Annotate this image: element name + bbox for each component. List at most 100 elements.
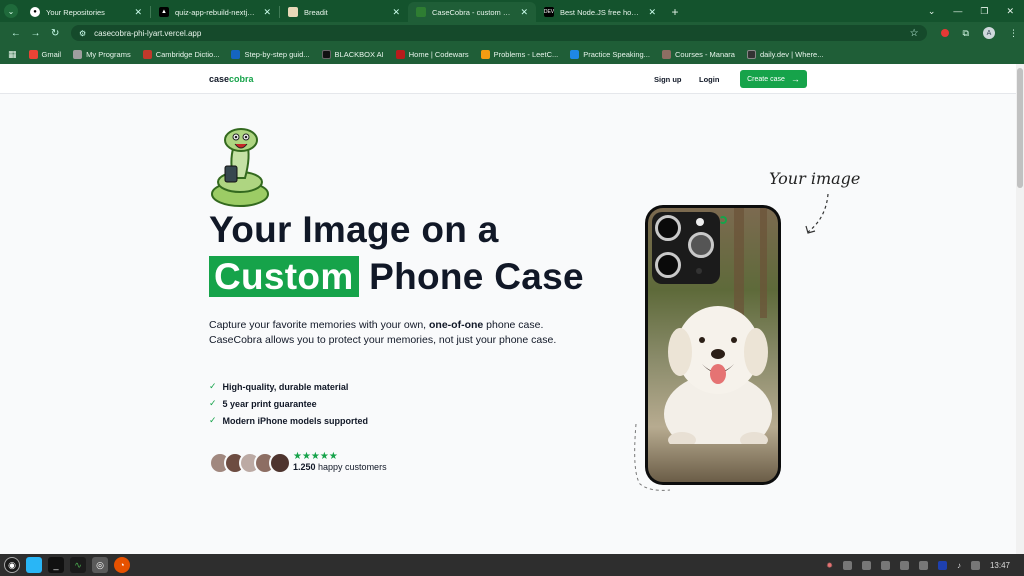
bookmark-blackbox[interactable]: BLACKBOX AI [321,49,384,59]
daily-dev-icon [746,49,756,59]
hero-line2: Phone Case [369,256,584,297]
bookmark-gmail[interactable]: Gmail [28,49,62,59]
bookmark-star-icon[interactable]: ☆ [910,28,919,39]
minimize-button[interactable]: — [953,6,962,17]
system-monitor-icon[interactable]: ∿ [70,557,86,573]
tray-icon[interactable] [899,560,909,570]
check-icon: ✓ [209,381,217,391]
logo-prefix: case [209,74,230,84]
tab-casecobra[interactable]: CaseCobra - custom high-q ✕ [408,2,536,22]
tray-icon[interactable] [861,560,871,570]
address-bar[interactable]: ⚙ casecobra-phi-lyart.vercel.app ☆ [70,25,927,41]
bookmark-practice-speaking[interactable]: Practice Speaking... [570,49,650,59]
camera-lens [688,232,714,258]
casecobra-icon [416,7,426,17]
bookmark-label: My Programs [86,49,131,59]
create-case-label: Create case [747,75,785,83]
bookmarks-bar: ▦ Gmail My Programs Cambridge Dictio... … [0,44,1024,64]
breadit-icon [288,7,298,17]
site-info-icon[interactable]: ⚙ [79,29,86,38]
tray-icon[interactable] [842,560,852,570]
apps-grid-icon[interactable]: ▦ [8,49,17,60]
keyboard-flag-icon[interactable] [937,560,947,570]
chrome-icon[interactable]: ◎ [92,557,108,573]
files-icon[interactable] [26,557,42,573]
recording-icon[interactable] [940,29,949,37]
start-menu-icon[interactable]: ◉ [4,557,20,573]
os-taskbar: ◉ _ ∿ ◎ ◔ ✹ ♪ 13:47 [0,554,1024,576]
tab-breadit[interactable]: Breadit ✕ [280,2,408,22]
profile-avatar[interactable]: A [982,27,995,39]
manara-icon [661,49,671,59]
shield-icon[interactable] [880,560,890,570]
chevron-down-icon: ⌄ [4,4,18,18]
login-link[interactable]: Login [699,75,719,84]
gmail-icon [28,49,38,59]
dashed-arrow-icon [805,193,829,234]
tab-title: Your Repositories [46,7,105,17]
bookmark-label: Gmail [41,49,62,59]
page-scrollbar[interactable] [1016,64,1024,554]
bookmark-step-by-step[interactable]: Step-by-step guid... [231,49,310,59]
new-tab-button[interactable]: + [664,5,686,19]
bookmark-cambridge[interactable]: Cambridge Dictio... [142,49,220,59]
tab-search-button[interactable]: ⌄ [0,0,22,22]
site-logo[interactable]: casecobra [209,74,254,84]
bug-icon[interactable]: ✹ [826,561,833,570]
clock-text[interactable]: 13:47 [990,561,1010,570]
desc-bold: one-of-one [429,319,484,331]
close-icon[interactable]: ✕ [520,7,528,18]
minimize-icon[interactable]: ⌄ [928,6,936,17]
desc-text-1: Capture your favorite memories with your… [209,319,430,331]
customer-avatars [209,452,291,474]
reload-button[interactable]: ↻ [45,28,65,39]
bookmark-label: Cambridge Dictio... [155,49,220,59]
bookmark-leetcode[interactable]: Problems - LeetC... [480,49,559,59]
hero-description: Capture your favorite memories with your… [209,318,559,348]
camera-module [652,212,720,284]
system-tray: ✹ ♪ 13:47 [826,560,1020,570]
bookmark-daily-dev[interactable]: daily.dev | Where... [746,49,824,59]
window-controls: ⌄ — ❐ ✕ [928,6,1024,17]
close-icon[interactable]: ✕ [392,7,400,18]
customer-count: 1.250 happy customers [293,462,387,472]
tab-title: quiz-app-rebuild-nextjs - Ov [175,7,257,17]
bookmark-label: daily.dev | Where... [759,49,824,59]
url-text: casecobra-phi-lyart.vercel.app [94,28,202,38]
loading-indicator-icon [719,216,727,224]
close-icon[interactable]: ✕ [134,7,142,18]
check-icon: ✓ [209,398,217,408]
bookmark-codewars[interactable]: Home | Codewars [395,49,469,59]
bookmark-label: Problems - LeetC... [493,49,559,59]
logo-suffix: cobra [229,74,254,84]
network-icon[interactable] [970,560,980,570]
folder-icon [73,49,83,59]
customer-label: happy customers [315,462,387,472]
signup-link[interactable]: Sign up [654,75,682,84]
bookmark-label: Home | Codewars [408,49,469,59]
menu-icon[interactable]: ⋮ [1009,28,1018,39]
camera-lens [655,252,681,278]
close-icon[interactable] [918,560,928,570]
bookmark-manara[interactable]: Courses - Manara [661,49,735,59]
app-icon[interactable]: ◔ [114,557,130,573]
maximize-button[interactable]: ❐ [980,6,988,17]
bookmark-my-programs[interactable]: My Programs [73,49,131,59]
tab-quiz-app[interactable]: ▲ quiz-app-rebuild-nextjs - Ov ✕ [151,2,279,22]
customer-number: 1.250 [293,462,316,472]
back-button[interactable]: ← [6,28,26,39]
wifi-icon[interactable]: ♪ [957,561,961,570]
extensions-icon[interactable]: ⧉ [963,28,969,39]
terminal-icon[interactable]: _ [48,557,64,573]
tab-node-hosting[interactable]: DEV Best Node.JS free hosting s ✕ [536,2,664,22]
create-case-button[interactable]: Create case → [740,70,807,88]
forward-button[interactable]: → [26,28,46,39]
feature-item: ✓ Modern iPhone models supported [209,412,368,429]
bookmark-label: Courses - Manara [674,49,735,59]
close-icon[interactable]: ✕ [263,7,271,18]
close-icon[interactable]: ✕ [648,7,656,18]
close-window-button[interactable]: ✕ [1006,6,1014,17]
scrollbar-thumb[interactable] [1017,68,1023,188]
tab-your-repositories[interactable]: ● Your Repositories ✕ [22,2,150,22]
leetcode-icon [480,49,490,59]
